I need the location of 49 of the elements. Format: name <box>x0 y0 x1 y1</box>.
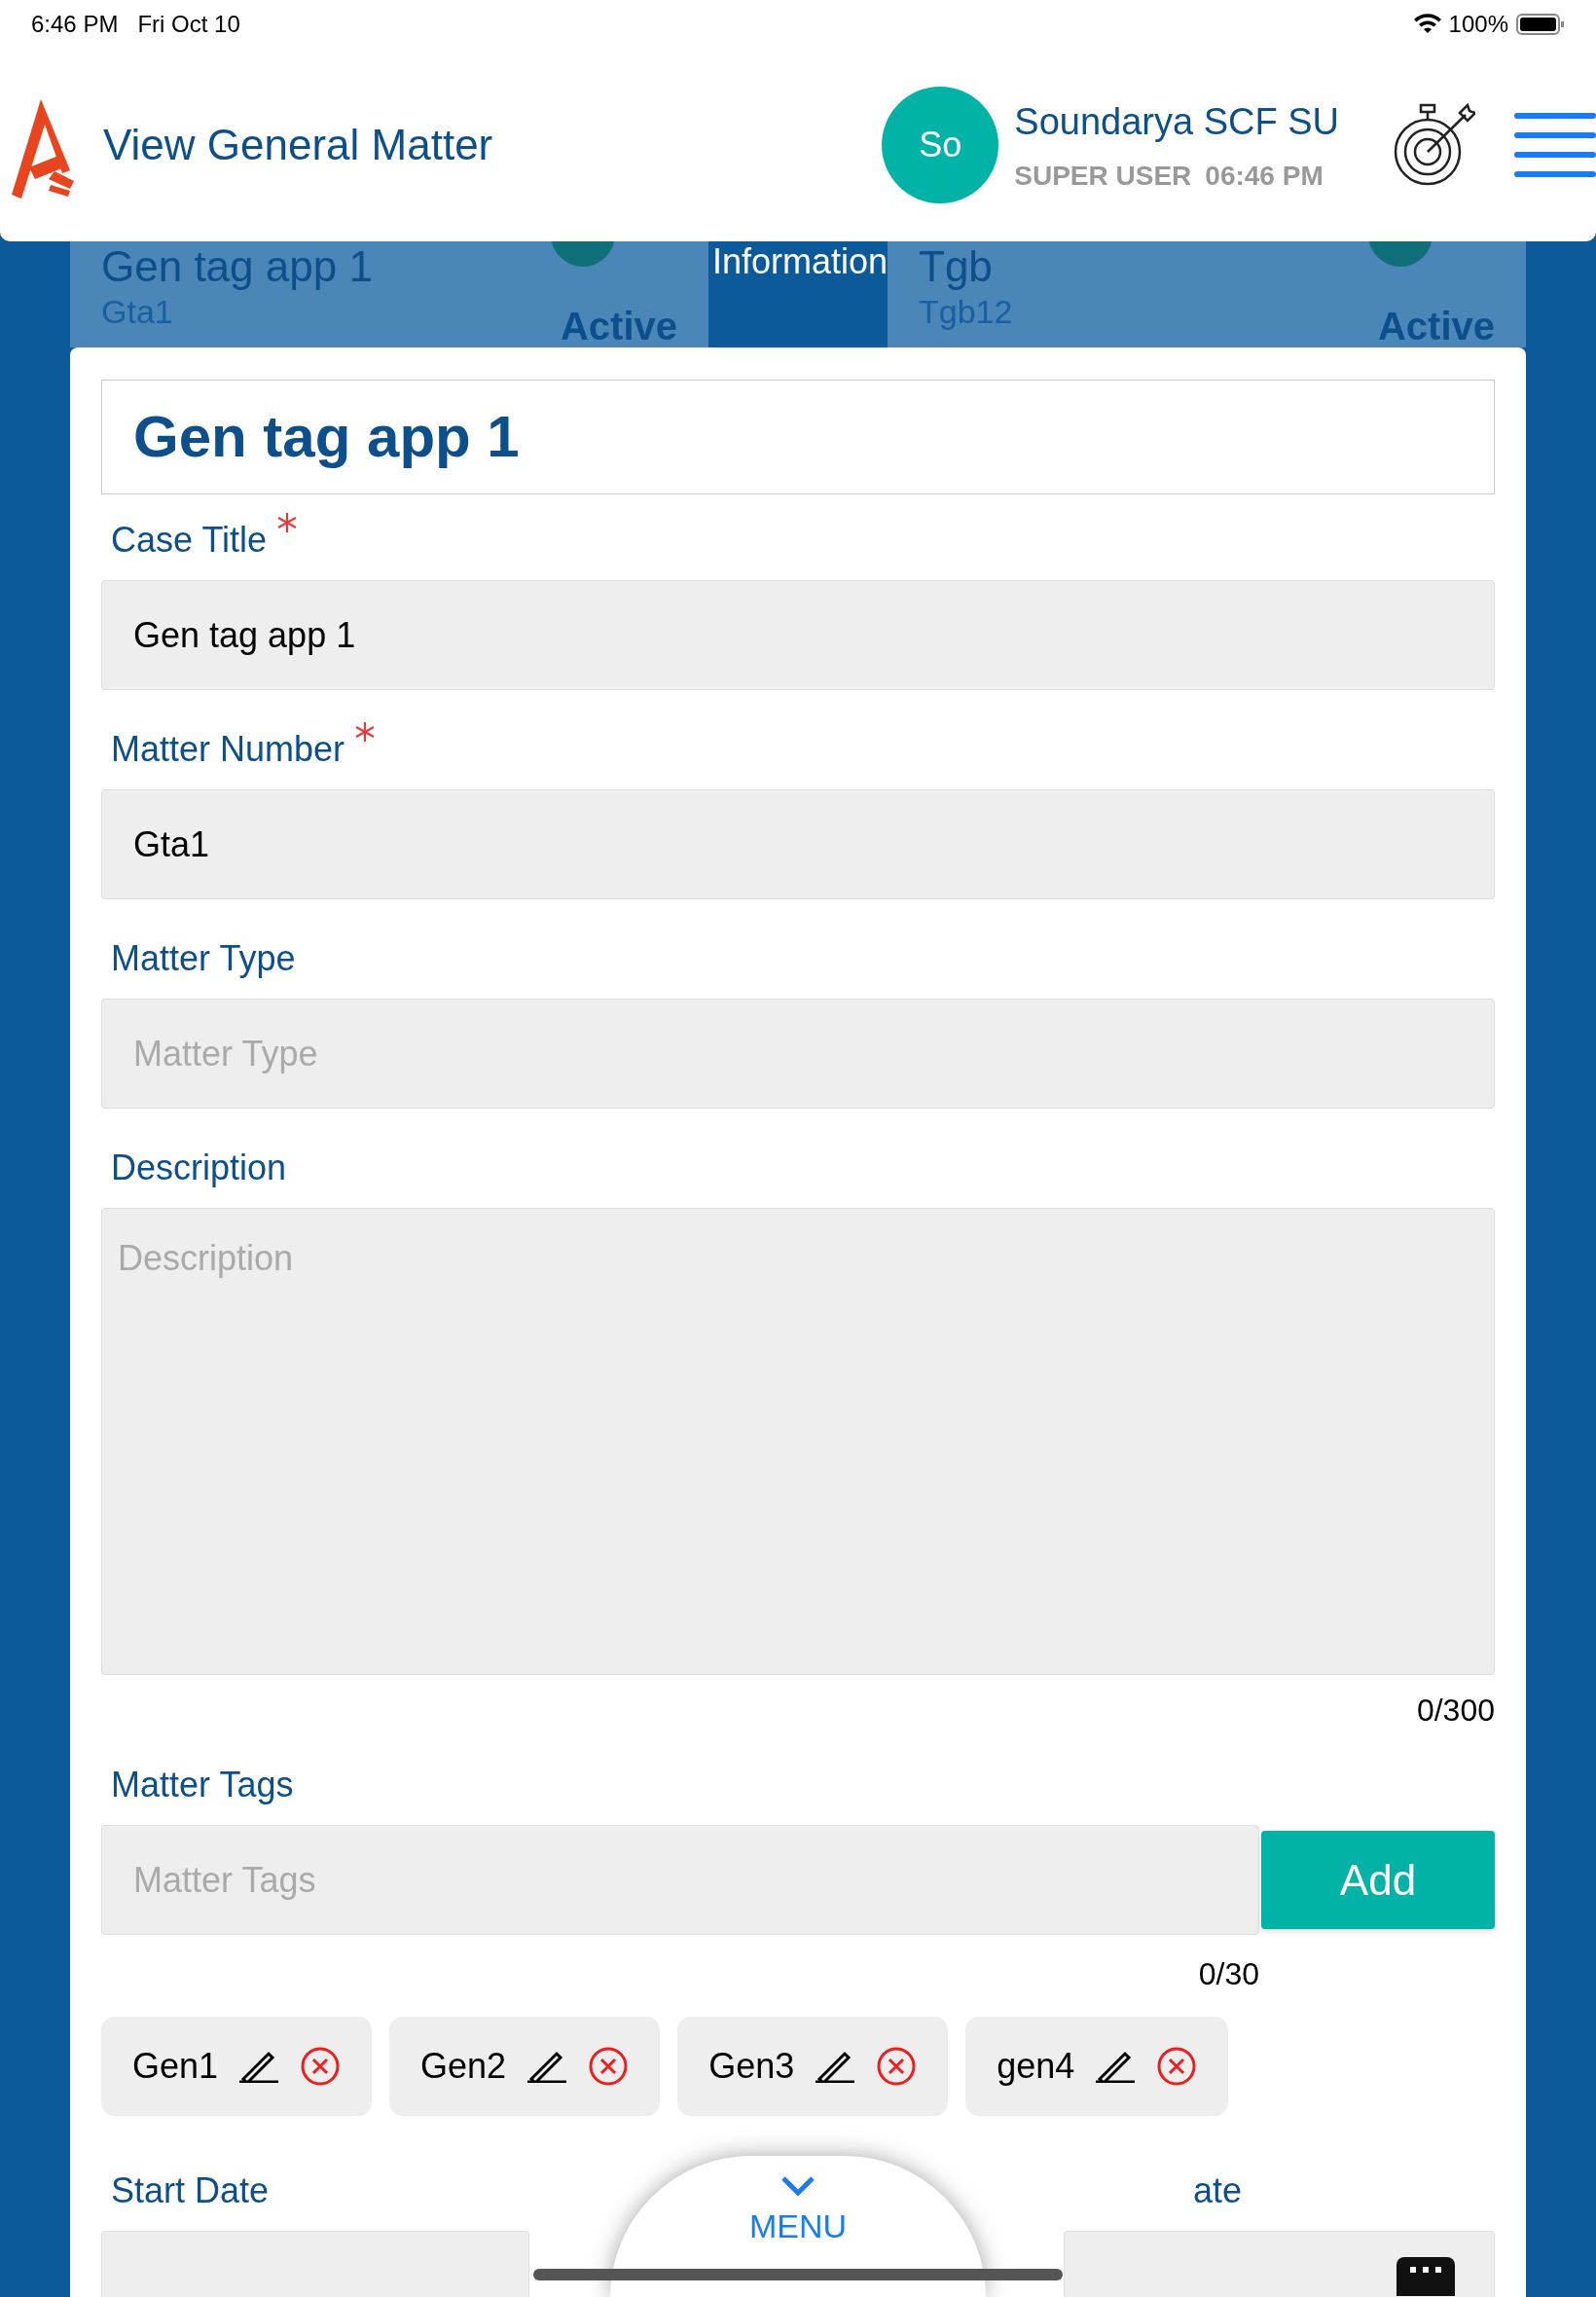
field-label: Matter Number <box>111 728 345 771</box>
tag-input-field[interactable]: Matter Tags <box>101 1825 1259 1935</box>
pencil-icon[interactable] <box>527 2050 567 2083</box>
status-text: Active <box>1377 305 1495 347</box>
remove-icon[interactable] <box>300 2046 342 2087</box>
battery-percent: 100% <box>1448 10 1508 39</box>
wifi-icon <box>1413 14 1441 35</box>
tag-text: Gen3 <box>708 2045 795 2088</box>
field-label: Matter Tags <box>111 1764 294 1806</box>
tag-chip[interactable]: Gen3 <box>677 2017 949 2116</box>
status-time: 6:46 PM <box>31 10 119 39</box>
status-date: Fri Oct 10 <box>137 10 240 39</box>
menu-icon[interactable] <box>1514 113 1596 177</box>
chevron-down-icon <box>780 2175 816 2197</box>
description-field[interactable]: Description <box>101 1208 1495 1675</box>
card-title: Gen tag app 1 <box>101 241 374 292</box>
page-title: View General Matter <box>103 120 493 170</box>
remove-icon[interactable] <box>1156 2046 1198 2087</box>
status-text: Active <box>560 305 677 347</box>
card-title: Tgb <box>919 241 994 292</box>
input-field[interactable]: Gen tag app 1 <box>101 580 1495 690</box>
user-role: SUPER USER <box>1014 159 1192 193</box>
pencil-icon[interactable] <box>816 2050 855 2083</box>
battery-icon <box>1516 13 1565 36</box>
pencil-icon[interactable] <box>239 2050 279 2083</box>
field-label: Description <box>111 1147 287 1189</box>
remove-icon[interactable] <box>588 2046 630 2087</box>
section-label: Information <box>712 240 889 283</box>
remove-icon[interactable] <box>876 2046 918 2087</box>
tag-chip[interactable]: gen4 <box>965 2017 1229 2116</box>
tag-text: gen4 <box>997 2045 1075 2088</box>
field-label: Matter Type <box>111 937 296 980</box>
tag-chip[interactable]: Gen2 <box>389 2017 661 2116</box>
input-field[interactable]: Matter Type <box>101 999 1495 1109</box>
target-timer-icon <box>1394 103 1475 187</box>
matter-heading: Gen tag app 1 <box>101 380 1495 494</box>
login-time: 06:46 PM <box>1205 159 1324 193</box>
tag-chip[interactable]: Gen1 <box>101 2017 373 2116</box>
tag-text: Gen2 <box>420 2045 507 2088</box>
character-counter: 0/30 <box>1198 1955 1259 1993</box>
pencil-icon[interactable] <box>1096 2050 1136 2083</box>
field-label: Start Date <box>111 2169 270 2212</box>
user-name: Soundarya SCF SU <box>1014 99 1339 144</box>
field-label: ate <box>1193 2169 1243 2212</box>
field-label: Case Title <box>111 519 268 562</box>
character-counter: 0/300 <box>1416 1692 1495 1730</box>
input-field[interactable]: Gta1 <box>101 789 1495 899</box>
user-avatar: So <box>882 87 999 203</box>
tag-text: Gen1 <box>132 2045 219 2088</box>
